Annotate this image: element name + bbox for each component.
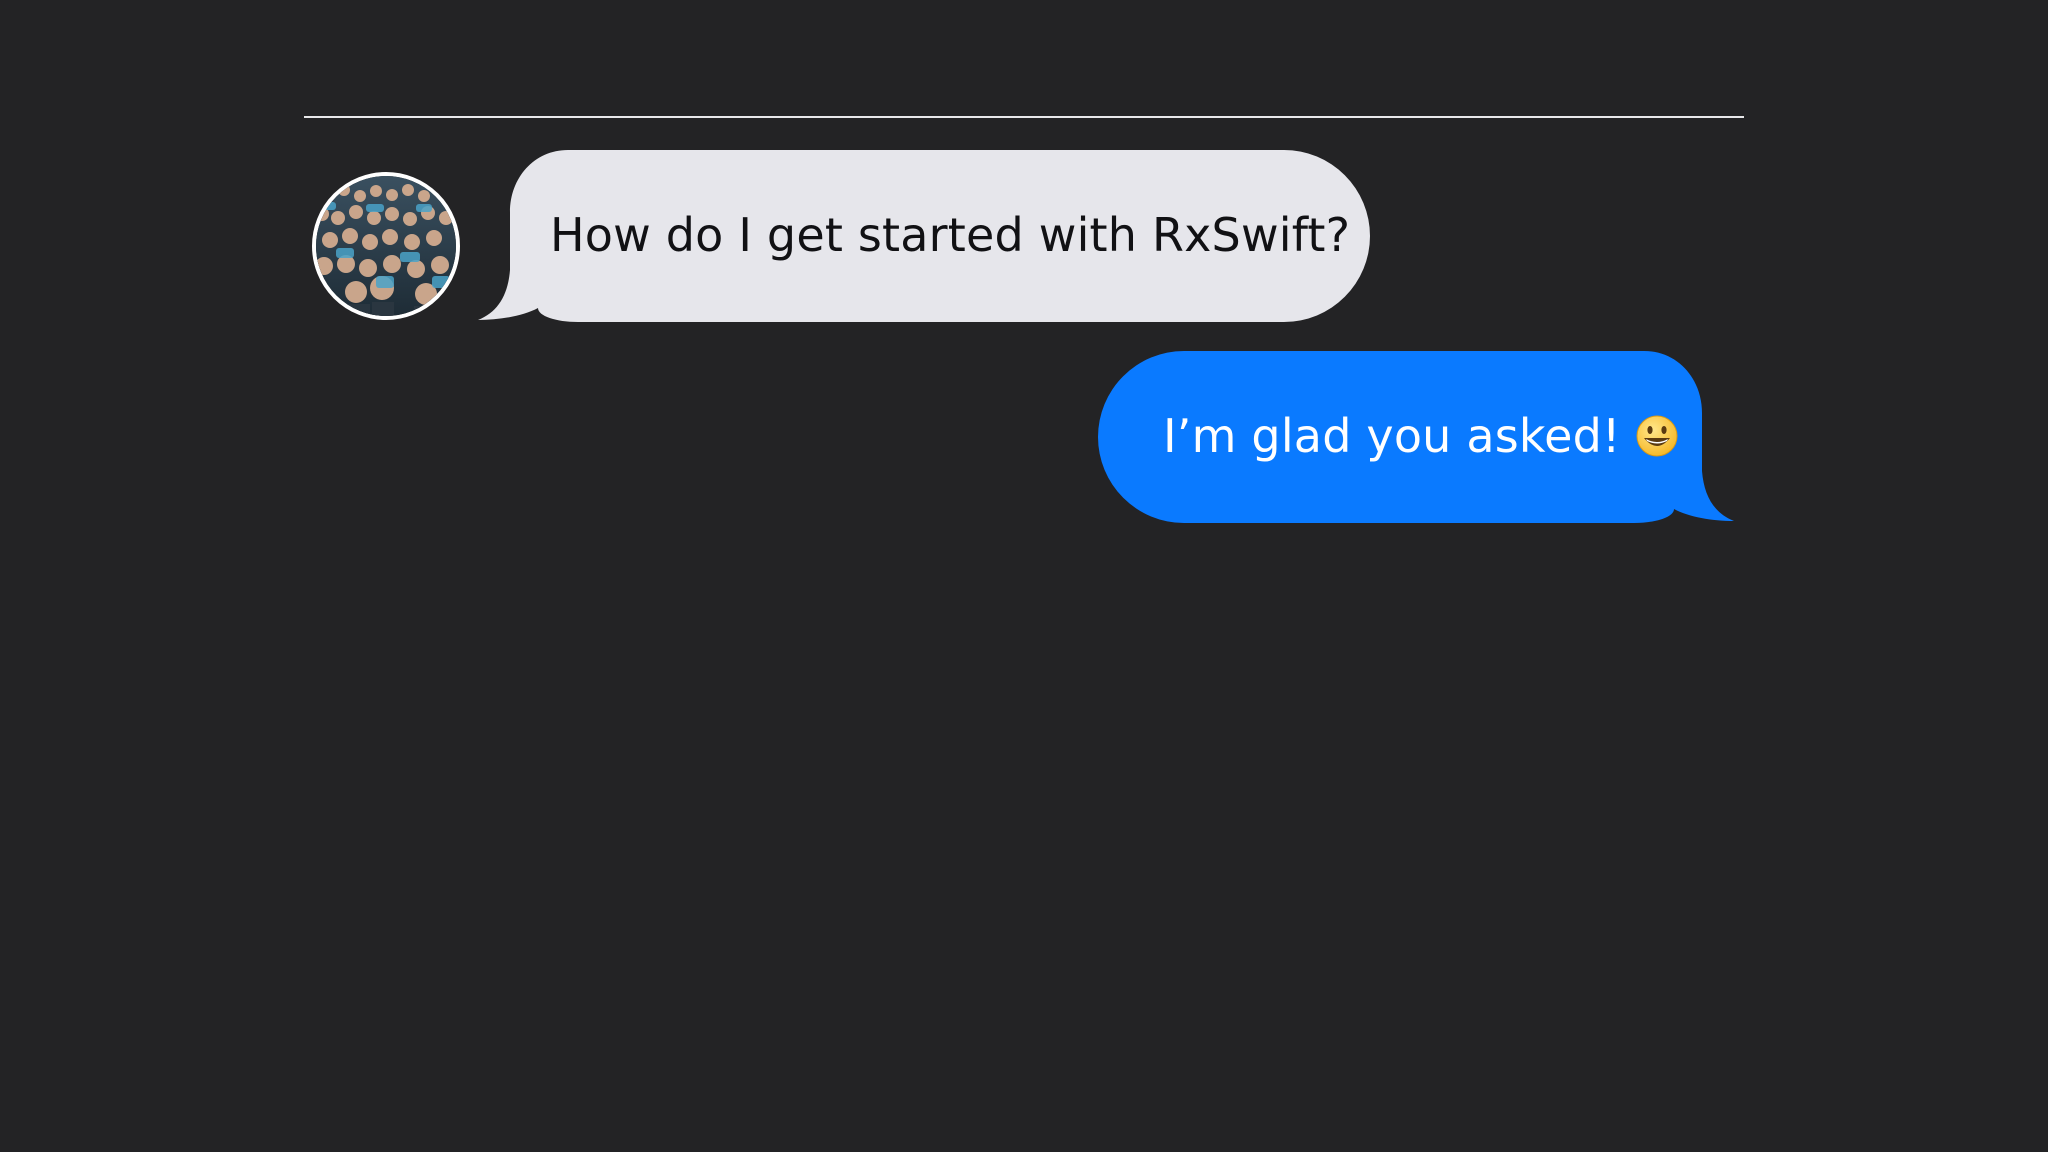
outgoing-message: I’m glad you asked! bbox=[1163, 406, 1679, 466]
grinning-face-emoji-icon bbox=[1636, 415, 1678, 457]
sender-avatar[interactable] bbox=[312, 172, 460, 320]
incoming-message-text: How do I get started with RxSwift? bbox=[550, 208, 1351, 262]
outgoing-message-text: I’m glad you asked! bbox=[1163, 409, 1621, 463]
crowd-photo-avatar-icon bbox=[316, 176, 456, 316]
header-divider bbox=[304, 116, 1744, 118]
